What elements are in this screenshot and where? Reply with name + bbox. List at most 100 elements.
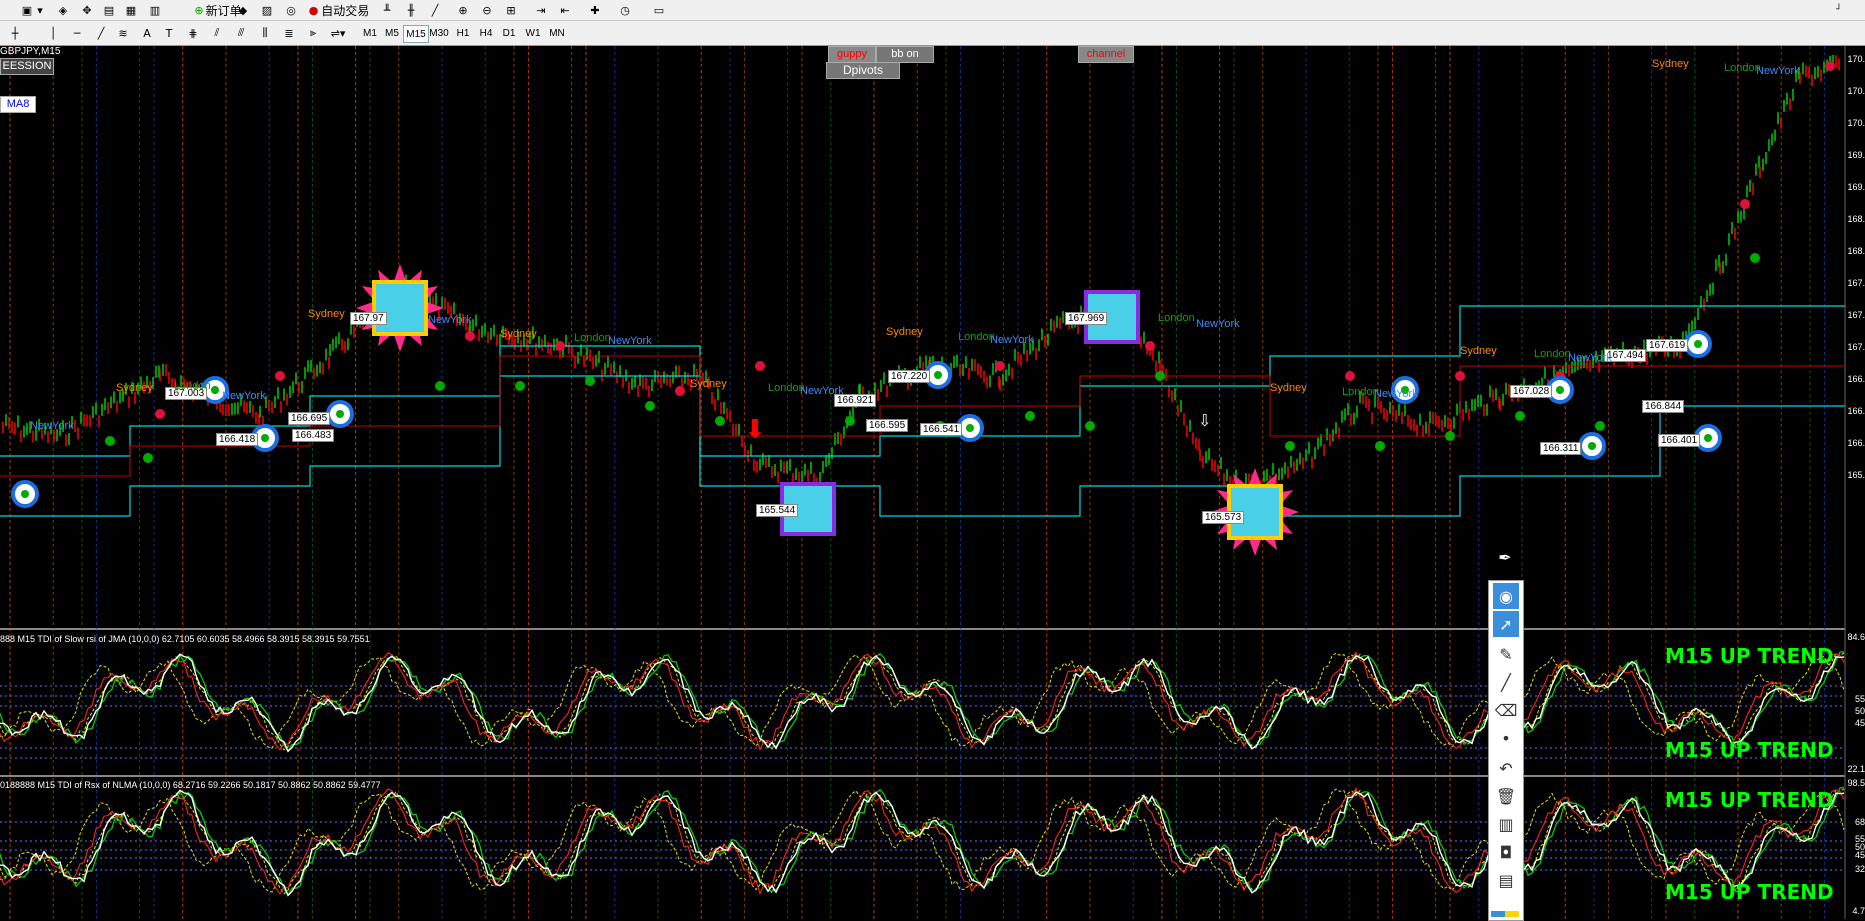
signals-icon[interactable]: ◎ [282,1,300,19]
undo-icon[interactable]: ↶ [1493,755,1519,781]
pivot-low-dot [143,453,153,463]
pivot-high-dot [1455,371,1465,381]
dpivots-button[interactable]: Dpivots [826,62,900,79]
tf-M5[interactable]: M5 [380,25,404,41]
dot-icon[interactable]: • [1493,725,1519,751]
y-axis-label: 166. [1847,374,1865,384]
price-label: 165.573 [1202,511,1245,524]
tf-MN[interactable]: MN [545,25,569,41]
signal-box [372,280,428,336]
terminal-icon[interactable]: ▥ [146,1,164,19]
pivot-low-dot [1155,371,1165,381]
folder-icon[interactable]: ▤ [100,1,118,19]
tf-H4[interactable]: H4 [474,25,498,41]
chevron-down-icon[interactable]: ▾ [36,1,44,19]
pivot-low-dot [105,436,115,446]
ind2-y-label: 68 [1854,817,1865,827]
fibo-arc-icon[interactable]: ≣ [280,24,298,42]
bus-icon[interactable]: ▥ [1493,811,1519,837]
tf-H1[interactable]: H1 [451,25,475,41]
price-label: 166.401 [1658,434,1701,447]
price-label: 166.418 [216,433,259,446]
guppy-button[interactable]: guppy [828,46,876,63]
channel-button[interactable]: channel [1078,46,1134,63]
crosshair-cursor-icon[interactable]: ┼ [6,24,24,42]
new-chart-icon[interactable]: ▣ [18,1,36,19]
crosshair-icon[interactable]: ✥ [78,1,96,19]
down-arrow: ⇩ [1198,411,1211,430]
pivot-low-dot [845,416,855,426]
horizontal-line-icon[interactable]: ─ [68,24,86,42]
arrows-icon[interactable]: ⇌▾ [326,24,350,42]
ind1-y-label: 22.1 [1847,764,1865,774]
color-swatch-blue[interactable] [1491,911,1505,917]
zoom-in-icon[interactable]: ⊕ [454,1,472,19]
color-swatch-yellow[interactable] [1505,911,1519,917]
text-icon[interactable]: A [138,24,156,42]
trash-icon[interactable]: 🗑 [1493,783,1519,809]
price-label: 167.97 [350,312,387,325]
eye-icon[interactable]: ◉ [1493,583,1519,609]
gann-icon[interactable]: ⫽ [208,24,226,42]
pivot-high-dot [465,331,475,341]
autoscroll-icon[interactable]: ⇥ [532,1,550,19]
y-axis-label: 169. [1847,150,1865,160]
ma8-button[interactable]: MA8 [0,96,36,113]
indicator1-trend-top: M15 UP TREND [1665,644,1834,668]
pivot-high-dot [1825,61,1835,71]
auto-trading-button[interactable]: ● 自动交易 [304,1,374,19]
channel-icon[interactable]: ≋ [114,24,132,42]
fibo-icon[interactable]: ⋕ [184,24,202,42]
vertical-line-icon[interactable]: │ [44,24,62,42]
pen-icon[interactable]: ✒ [1492,544,1518,570]
tf-M1[interactable]: M1 [358,25,382,41]
trendline-icon[interactable]: ╱ [92,24,110,42]
clipboard-icon[interactable]: ▤ [1493,867,1519,893]
label-icon[interactable]: T [160,24,178,42]
session-button[interactable]: EESSION [0,58,54,75]
candle-chart-icon[interactable]: ╫ [402,1,420,19]
session-london: London [174,380,211,392]
bar-chart-icon[interactable]: ╨ [378,1,396,19]
indicators-icon[interactable]: ✚ [586,1,604,19]
camera-icon[interactable]: ◘ [1493,839,1519,865]
market-watch-icon[interactable]: ◈ [54,1,72,19]
print-icon[interactable]: ▨ [258,1,276,19]
navigator-icon[interactable]: ▦ [122,1,140,19]
session-newyork: NewYork [1568,352,1612,364]
zoom-out-icon[interactable]: ⊖ [478,1,496,19]
session-sydney: Sydney [500,328,537,340]
tf-D1[interactable]: D1 [497,25,521,41]
pencil-icon[interactable]: ✎ [1493,641,1519,667]
chart-shift-icon[interactable]: ⇤ [556,1,574,19]
price-label: 167.619 [1646,339,1689,352]
oscillator-line [0,789,1845,897]
templates-icon[interactable]: ▭ [650,1,668,19]
target-marker-dot [1704,434,1712,442]
tf-W1[interactable]: W1 [521,25,545,41]
session-sydney: Sydney [1270,382,1307,394]
bb-on-button[interactable]: bb on [876,46,934,63]
price-label: 166.541 [920,423,963,436]
target-marker-dot [336,410,344,418]
pivot-low-dot [515,381,525,391]
eraser-icon[interactable]: ⌫ [1493,697,1519,723]
pivot-low-dot [1285,441,1295,451]
pitchfork-icon[interactable]: ⫻ [232,24,250,42]
tf-M30[interactable]: M30 [427,25,451,41]
chart-window[interactable]: ⬇ ⇩ GBPJPY,M15 EESSION MA8 guppy bb on Dp… [0,46,1865,919]
line-chart-icon[interactable]: ╱ [426,1,444,19]
fibo-fan-icon[interactable]: ⫼ [256,24,274,42]
price-label: 167.969 [1065,312,1108,325]
y-axis-label: 167. [1847,278,1865,288]
tile-windows-icon[interactable]: ⊞ [502,1,520,19]
metaeditor-icon[interactable]: ◆ [234,1,252,19]
window-handle-icon: ┘ [1836,5,1842,15]
price-label: 167.028 [1510,385,1553,398]
price-label: 166.695 [288,412,331,425]
line-tool-icon[interactable]: ╱ [1493,669,1519,695]
cursor-icon[interactable]: ➚ [1493,611,1519,637]
cycle-lines-icon[interactable]: ⫸ [304,24,322,42]
periods-icon[interactable]: ◷ [616,1,634,19]
tf-M15[interactable]: M15 [403,25,429,43]
